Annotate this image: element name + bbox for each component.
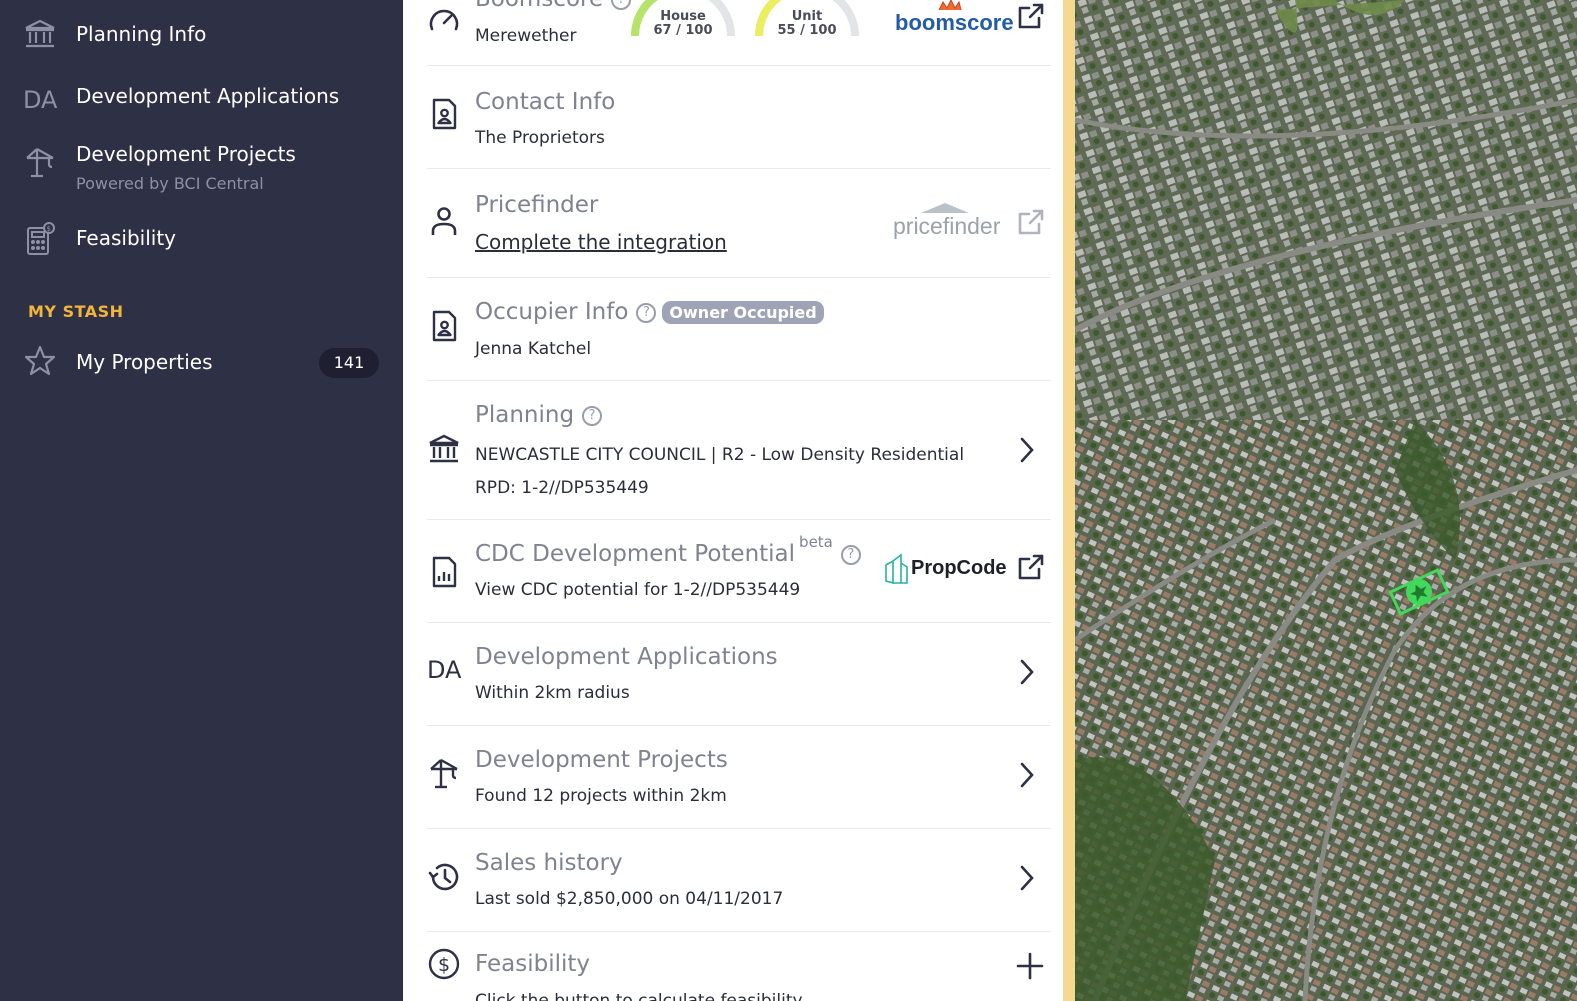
cdc-development-potential-card: CDC Development Potential beta? View CDC … [427,521,1051,623]
sidebar-item-development-projects[interactable]: Development Projects Powered by BCI Cent… [0,138,403,202]
boomscore-logo[interactable]: boomscore [895,0,1014,36]
planning-card[interactable]: Planning? NEWCASTLE CITY COUNCIL | R2 - … [427,382,1051,520]
sales-history-card[interactable]: Sales history Last sold $2,850,000 on 04… [427,830,1051,932]
sales-history-title: Sales history [475,850,623,876]
sidebar-item-label: Feasibility [76,226,176,250]
occupier-name: Jenna Katchel [475,339,592,359]
owner-occupied-badge: Owner Occupied [662,301,824,324]
person-icon [427,204,461,238]
dollar-circle-icon: $ [427,947,461,981]
da-icon: DA [23,86,58,114]
add-feasibility-button[interactable] [1015,951,1045,981]
sidebar: Planning Info DA Development Application… [0,0,403,1001]
house-gauge-score: 67 / 100 [653,23,713,38]
sidebar-item-label: Development Applications [76,84,340,108]
pricefinder-logo: pricefinder [893,200,1005,244]
complete-integration-link[interactable]: Complete the integration [475,230,727,254]
occupier-info-card[interactable]: Occupier Info? Owner Occupied Jenna Katch… [427,279,1051,381]
chevron-right-icon[interactable] [1015,761,1037,789]
house-gauge: House 67 / 100 [627,0,739,40]
aerial-imagery [1075,0,1577,1001]
development-applications-card[interactable]: DA Development Applications Within 2km r… [427,624,1051,726]
pricefinder-title: Pricefinder [475,192,599,218]
propcode-logo: PropCode [883,553,1007,587]
house-gauge-label: House [660,9,706,24]
contact-info-value: The Proprietors [475,128,605,148]
calculator-icon: $ [23,222,59,258]
sidebar-item-feasibility[interactable]: $ Feasibility [0,220,403,262]
sidebar-item-label: My Properties [76,350,213,374]
development-projects-title: Development Projects [475,747,728,773]
unit-gauge: Unit 55 / 100 [751,0,863,40]
planning-title: Planning? [475,402,603,428]
svg-text:$: $ [438,954,450,976]
my-stash-heading: MY STASH [28,302,124,321]
report-chart-icon [427,555,461,589]
pricefinder-card: Pricefinder Complete the integration pri… [427,170,1051,278]
help-icon[interactable]: ? [582,405,603,426]
cdc-title: CDC Development Potential beta? [475,533,861,567]
chevron-right-icon[interactable] [1015,436,1037,464]
my-properties-count-badge: 141 [319,348,379,378]
external-link-icon[interactable] [1015,0,1047,32]
contact-card-icon [427,97,461,131]
last-sold-text: Last sold $2,850,000 on 04/11/2017 [475,889,784,909]
occupier-info-title: Occupier Info? Owner Occupied [475,299,824,325]
sidebar-item-label: Planning Info [76,22,207,46]
development-projects-count: Found 12 projects within 2km [475,786,727,806]
chevron-right-icon[interactable] [1015,864,1037,892]
help-icon[interactable]: ? [840,544,861,565]
satellite-map[interactable] [1075,0,1577,1001]
da-icon: DA [427,656,462,684]
boomscore-title: Boomscore? [475,0,632,12]
star-icon [23,344,59,380]
bank-icon [23,17,59,53]
speedometer-icon [427,4,461,38]
sidebar-item-development-applications[interactable]: DA Development Applications [0,78,403,120]
planning-zone: NEWCASTLE CITY COUNCIL | R2 - Low Densit… [475,445,965,465]
development-applications-title: Development Applications [475,644,778,670]
development-projects-card[interactable]: Development Projects Found 12 projects w… [427,727,1051,829]
boomscore-suburb: Merewether [475,26,577,46]
contact-info-title: Contact Info [475,89,616,115]
contact-card-icon [427,309,461,343]
boomscore-card: Boomscore? Merewether House 67 / 100 Uni… [427,0,1051,66]
panel-scrollbar[interactable] [1063,0,1075,1001]
feasibility-card: $ Feasibility Click the button to calcul… [427,933,1051,1001]
property-details-panel: Boomscore? Merewether House 67 / 100 Uni… [403,0,1063,1001]
feasibility-hint: Click the button to calculate feasibilit… [475,991,803,1001]
help-icon[interactable]: ? [636,302,657,323]
sidebar-item-planning-info[interactable]: Planning Info [0,14,403,56]
external-link-icon[interactable] [1015,206,1047,238]
cdc-link-text[interactable]: View CDC potential for 1-2//DP535449 [475,580,800,600]
svg-text:$: $ [47,225,51,233]
sidebar-item-sublabel: Powered by BCI Central [76,174,264,193]
contact-info-card[interactable]: Contact Info The Proprietors [427,67,1051,169]
history-icon [427,860,461,894]
unit-gauge-score: 55 / 100 [777,23,837,38]
sidebar-item-label: Development Projects [76,142,296,166]
bank-icon [427,432,461,466]
crane-icon [23,146,59,182]
unit-gauge-label: Unit [791,9,823,24]
external-link-icon[interactable] [1015,551,1047,583]
beta-label: beta [799,533,833,551]
development-applications-radius: Within 2km radius [475,683,630,703]
planning-rpd: RPD: 1-2//DP535449 [475,478,649,498]
feasibility-title: Feasibility [475,951,590,977]
chevron-right-icon[interactable] [1015,658,1037,686]
crane-icon [427,757,461,791]
